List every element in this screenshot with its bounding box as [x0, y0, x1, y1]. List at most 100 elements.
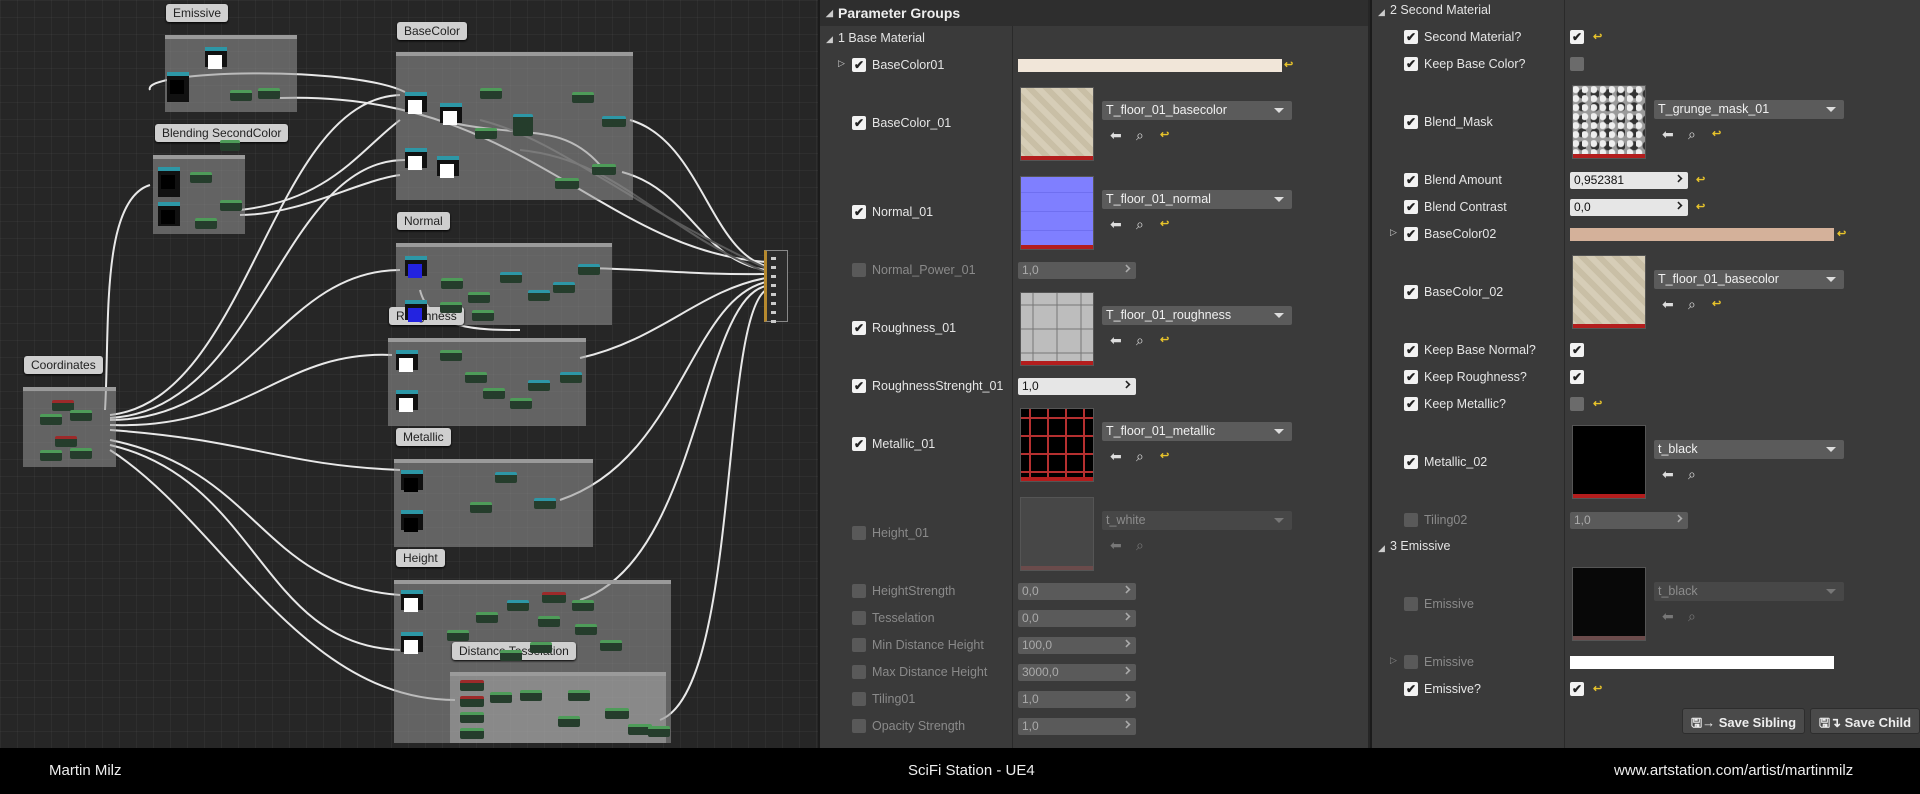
roughness-strenght-01-input[interactable]: 1,0 [1018, 378, 1136, 395]
blend-contrast-input[interactable]: 0,0 [1570, 199, 1688, 216]
math-node[interactable] [475, 128, 497, 139]
roughness-01-checkbox[interactable]: ✔ [852, 321, 866, 335]
browse-magnifier-icon[interactable]: ⌕ [1136, 449, 1144, 463]
blend-amount-checkbox[interactable]: ✔ [1404, 173, 1418, 187]
material-node-graph[interactable]: Emissive BaseColor Blending SecondColor … [0, 0, 818, 748]
math-node[interactable] [258, 88, 280, 99]
math-node[interactable] [460, 728, 484, 739]
collapse-arrow-icon[interactable]: ◢ [826, 34, 833, 45]
roughness-01-texture-select[interactable]: T_floor_01_roughness [1102, 306, 1292, 325]
math-node[interactable] [520, 690, 542, 701]
use-selected-arrow-icon[interactable]: ⬅ [1110, 333, 1122, 347]
math-node[interactable] [534, 498, 556, 509]
emissive-toggle[interactable]: ✔ [1570, 682, 1584, 696]
texture-node[interactable] [158, 167, 180, 197]
tiling02-checkbox[interactable] [1404, 513, 1418, 527]
math-node[interactable] [470, 502, 492, 513]
math-node[interactable] [195, 218, 217, 229]
metallic-01-texture-select[interactable]: T_floor_01_metallic [1102, 422, 1292, 441]
texture-node[interactable] [396, 390, 418, 412]
texture-node[interactable] [405, 256, 427, 278]
metallic-01-thumbnail[interactable] [1020, 408, 1094, 482]
use-selected-arrow-icon[interactable]: ⬅ [1662, 467, 1674, 481]
math-node[interactable] [440, 350, 462, 361]
footer-url[interactable]: www.artstation.com/artist/martinmilz [1614, 762, 1853, 779]
max-distance-height-input[interactable]: 3000,0 [1018, 664, 1136, 681]
keep-base-color-checkbox[interactable]: ✔ [1404, 57, 1418, 71]
basecolor02-swatch[interactable] [1570, 228, 1834, 241]
save-sibling-button[interactable]: 🖫→ Save Sibling [1682, 708, 1806, 734]
math-node[interactable] [460, 696, 484, 707]
opacity-strength-checkbox[interactable] [852, 719, 866, 733]
keep-roughness-checkbox[interactable]: ✔ [1404, 370, 1418, 384]
reset-icon[interactable]: ↩ [1160, 217, 1169, 230]
math-node[interactable] [560, 372, 582, 383]
reset-icon[interactable]: ↩ [1593, 30, 1602, 43]
math-node[interactable] [572, 600, 594, 611]
math-node[interactable] [460, 680, 484, 691]
coordinate-node[interactable] [40, 414, 62, 425]
math-node[interactable] [480, 88, 502, 99]
keep-base-normal-checkbox[interactable]: ✔ [1404, 343, 1418, 357]
opacity-strength-input[interactable]: 1,0 [1018, 718, 1136, 735]
blend-mask-checkbox[interactable]: ✔ [1404, 115, 1418, 129]
reset-icon[interactable]: ↩ [1160, 449, 1169, 462]
emissive-texture-select[interactable]: t_black [1654, 582, 1844, 601]
tiling02-input[interactable]: 1,0 [1570, 512, 1688, 529]
math-node[interactable] [507, 600, 529, 611]
texture-node[interactable] [401, 590, 423, 612]
browse-magnifier-icon[interactable]: ⌕ [1136, 128, 1144, 142]
math-node[interactable] [510, 398, 532, 409]
reset-icon[interactable]: ↩ [1593, 682, 1602, 695]
texture-node[interactable] [405, 300, 427, 322]
coordinate-node[interactable] [40, 450, 62, 461]
use-selected-arrow-icon[interactable]: ⬅ [1110, 538, 1122, 552]
math-node[interactable] [220, 140, 240, 151]
basecolor-02-thumbnail[interactable] [1572, 255, 1646, 329]
height-strength-checkbox[interactable] [852, 584, 866, 598]
save-child-button[interactable]: 🖫↴ Save Child [1810, 708, 1920, 734]
min-distance-height-input[interactable]: 100,0 [1018, 637, 1136, 654]
math-node[interactable] [490, 692, 512, 703]
keep-metallic-toggle[interactable] [1570, 397, 1584, 411]
emissive-texture-checkbox[interactable] [1404, 597, 1418, 611]
blend-amount-input[interactable]: 0,952381 [1570, 172, 1688, 189]
reset-icon[interactable]: ↩ [1696, 200, 1705, 213]
math-node[interactable] [441, 278, 463, 289]
emissive-color-checkbox[interactable] [1404, 655, 1418, 669]
coordinate-node[interactable] [70, 448, 92, 459]
math-node[interactable] [648, 726, 670, 737]
collapse-arrow-icon[interactable]: ◢ [1378, 543, 1385, 554]
metallic-01-checkbox[interactable]: ✔ [852, 437, 866, 451]
math-node[interactable] [568, 690, 590, 701]
normal-power-01-checkbox[interactable] [852, 263, 866, 277]
blend-mask-texture-select[interactable]: T_grunge_mask_01 [1654, 100, 1844, 119]
math-node[interactable] [602, 116, 626, 127]
reset-icon[interactable]: ↩ [1712, 127, 1721, 140]
tiling01-checkbox[interactable] [852, 692, 866, 706]
tesselation-input[interactable]: 0,0 [1018, 610, 1136, 627]
math-node[interactable] [447, 630, 469, 641]
math-node[interactable] [572, 92, 594, 103]
metallic-02-checkbox[interactable]: ✔ [1404, 455, 1418, 469]
use-selected-arrow-icon[interactable]: ⬅ [1110, 449, 1122, 463]
math-node[interactable] [575, 624, 597, 635]
height-01-thumbnail[interactable] [1020, 497, 1094, 571]
coordinate-node[interactable] [70, 410, 92, 421]
use-selected-arrow-icon[interactable]: ⬅ [1662, 127, 1674, 141]
coordinate-node[interactable] [55, 436, 77, 447]
max-distance-height-checkbox[interactable] [852, 665, 866, 679]
browse-magnifier-icon[interactable]: ⌕ [1688, 467, 1696, 481]
texture-node[interactable] [401, 632, 423, 654]
math-node[interactable] [542, 592, 566, 603]
second-material-toggle[interactable]: ✔ [1570, 30, 1584, 44]
blend-mask-thumbnail[interactable] [1572, 85, 1646, 159]
math-node[interactable] [500, 272, 522, 283]
math-node[interactable] [460, 712, 484, 723]
emissive-toggle-checkbox[interactable]: ✔ [1404, 682, 1418, 696]
texture-node[interactable] [158, 202, 180, 226]
math-node[interactable] [592, 164, 616, 175]
emissive-thumbnail[interactable] [1572, 567, 1646, 641]
emissive-color-swatch[interactable] [1570, 656, 1834, 669]
use-selected-arrow-icon[interactable]: ⬅ [1110, 217, 1122, 231]
